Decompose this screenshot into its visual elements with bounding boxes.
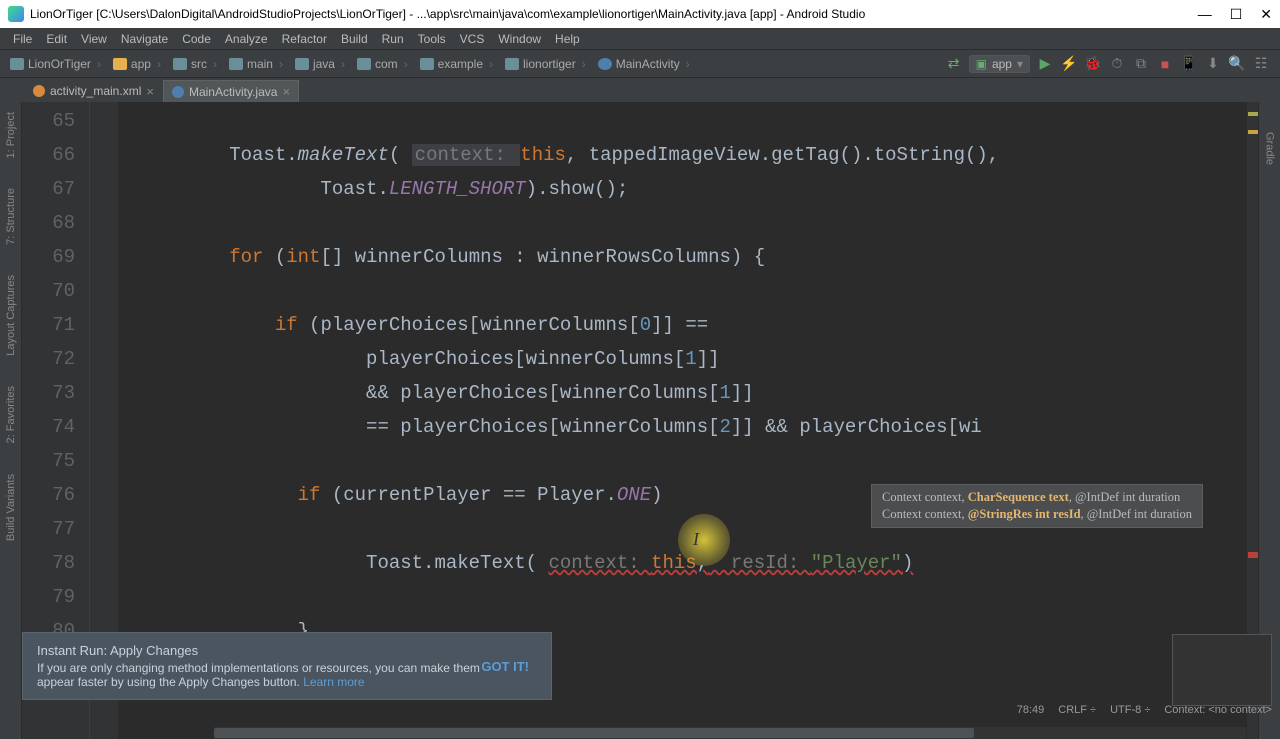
crumb-com[interactable]: com [351, 57, 414, 71]
menu-edit[interactable]: Edit [39, 32, 74, 46]
menu-bar: File Edit View Navigate Code Analyze Ref… [0, 28, 1280, 50]
menu-refactor[interactable]: Refactor [275, 32, 334, 46]
notification-title: Instant Run: Apply Changes [37, 643, 481, 658]
maximize-icon[interactable]: ☐ [1230, 6, 1243, 23]
tab-activity-main[interactable]: activity_main.xml × [24, 80, 163, 102]
tool-layout-captures[interactable]: Layout Captures [5, 275, 17, 356]
tool-gradle[interactable]: Gradle [1264, 132, 1276, 165]
run-config-select[interactable]: ▣ app ▾ [969, 55, 1030, 73]
crumb-project[interactable]: LionOrTiger [4, 57, 107, 71]
sync-icon[interactable]: ⇄ [945, 55, 963, 73]
tab-close-icon[interactable]: × [146, 84, 154, 99]
debug-icon[interactable]: 🐞 [1084, 55, 1102, 73]
minimize-icon[interactable]: — [1198, 6, 1212, 23]
cursor-position: 78:49 [1017, 704, 1045, 716]
menu-window[interactable]: Window [491, 32, 548, 46]
run-icon[interactable]: ▶ [1036, 55, 1054, 73]
line-ending[interactable]: CRLF ÷ [1058, 704, 1096, 716]
menu-navigate[interactable]: Navigate [114, 32, 175, 46]
menu-view[interactable]: View [74, 32, 114, 46]
close-icon[interactable]: ✕ [1260, 6, 1272, 23]
menu-analyze[interactable]: Analyze [218, 32, 275, 46]
param-info-popup: Context context, CharSequence text, @Int… [871, 484, 1203, 528]
stop-icon[interactable]: ■ [1156, 55, 1174, 73]
left-tool-strip: 1: Project 7: Structure Layout Captures … [0, 102, 22, 739]
learn-more-link[interactable]: Learn more [303, 675, 364, 689]
crumb-main[interactable]: main [223, 57, 289, 71]
got-it-button[interactable]: GOT IT! [481, 659, 529, 674]
webcam-overlay [1172, 634, 1272, 706]
attach-icon[interactable]: ⧉ [1132, 55, 1150, 73]
sdk-icon[interactable]: ⬇ [1204, 55, 1222, 73]
horizontal-scrollbar[interactable] [214, 727, 1246, 739]
apply-changes-icon[interactable]: ⚡ [1060, 55, 1078, 73]
crumb-class[interactable]: MainActivity [592, 57, 696, 71]
notification-text: If you are only changing method implemen… [37, 661, 480, 689]
profile-icon[interactable]: ⏱ [1108, 55, 1126, 73]
file-encoding[interactable]: UTF-8 ÷ [1110, 704, 1150, 716]
java-file-icon [172, 86, 184, 98]
nav-row: LionOrTiger app src main java com exampl… [0, 50, 1280, 78]
find-icon[interactable]: ☷ [1252, 55, 1270, 73]
window-titlebar: LionOrTiger [C:\Users\DalonDigital\Andro… [0, 0, 1280, 28]
menu-vcs[interactable]: VCS [453, 32, 492, 46]
menu-run[interactable]: Run [375, 32, 411, 46]
crumb-src[interactable]: src [167, 57, 223, 71]
app-icon [8, 6, 24, 22]
tool-favorites[interactable]: 2: Favorites [5, 386, 17, 443]
menu-file[interactable]: File [6, 32, 39, 46]
tool-build-variants[interactable]: Build Variants [5, 474, 17, 541]
instant-run-notification: Instant Run: Apply Changes If you are on… [22, 632, 552, 700]
avd-icon[interactable]: 📱 [1180, 55, 1198, 73]
crumb-lionortiger[interactable]: lionortiger [499, 57, 592, 71]
menu-help[interactable]: Help [548, 32, 587, 46]
menu-tools[interactable]: Tools [411, 32, 453, 46]
tool-structure[interactable]: 7: Structure [5, 188, 17, 245]
tab-close-icon[interactable]: × [282, 84, 290, 99]
crumb-app[interactable]: app [107, 57, 167, 71]
menu-build[interactable]: Build [334, 32, 375, 46]
search-icon[interactable]: 🔍 [1228, 55, 1246, 73]
menu-code[interactable]: Code [175, 32, 218, 46]
window-title: LionOrTiger [C:\Users\DalonDigital\Andro… [30, 7, 865, 21]
crumb-java[interactable]: java [289, 57, 351, 71]
crumb-example[interactable]: example [414, 57, 499, 71]
editor-tabs: activity_main.xml × MainActivity.java × [0, 78, 1280, 102]
tab-mainactivity[interactable]: MainActivity.java × [163, 80, 299, 102]
tool-project[interactable]: 1: Project [5, 112, 17, 158]
xml-file-icon [33, 85, 45, 97]
